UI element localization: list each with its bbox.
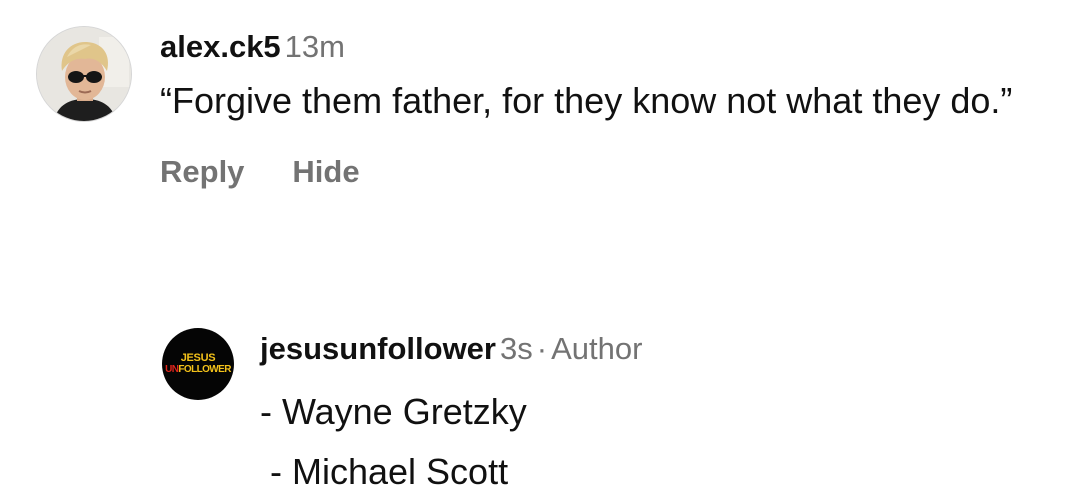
comment-header: alex.ck5 13m (160, 26, 1040, 68)
reply-text: - Wayne Gretzky - Michael Scott (260, 382, 642, 502)
profile-photo-icon (37, 27, 131, 121)
author-badge: Author (551, 331, 643, 366)
comment-body: alex.ck5 13m “Forgive them father, for th… (160, 26, 1040, 190)
reply-body: jesusunfollower 3s · Author - Wayne Gretzky… (260, 328, 642, 502)
comment-username[interactable]: alex.ck5 (160, 29, 281, 64)
logo-accent-text: UN (165, 364, 179, 375)
comment-timestamp: 13m (284, 29, 345, 64)
logo-rest-text: FOLLOWER (178, 364, 231, 375)
reply-timestamp: 3s (499, 331, 533, 366)
reply-username[interactable]: jesusunfollower (260, 331, 496, 366)
hide-button[interactable]: Hide (292, 154, 359, 189)
reply-avatar[interactable]: JESUS UNFOLLOWER (162, 328, 234, 400)
comment-text: “Forgive them father, for they know not … (160, 80, 1013, 121)
reply-line: - Michael Scott (260, 451, 509, 492)
meta-separator: · (536, 331, 548, 366)
avatar[interactable] (36, 26, 132, 122)
comment-actions: Reply Hide (160, 154, 1040, 190)
logo-text-bottom: UNFOLLOWER (165, 365, 231, 375)
reply-header: jesusunfollower 3s · Author (260, 328, 642, 370)
reply-line: - Wayne Gretzky (260, 391, 527, 432)
logo-text-top: JESUS (180, 352, 216, 364)
reply-button[interactable]: Reply (160, 154, 244, 189)
